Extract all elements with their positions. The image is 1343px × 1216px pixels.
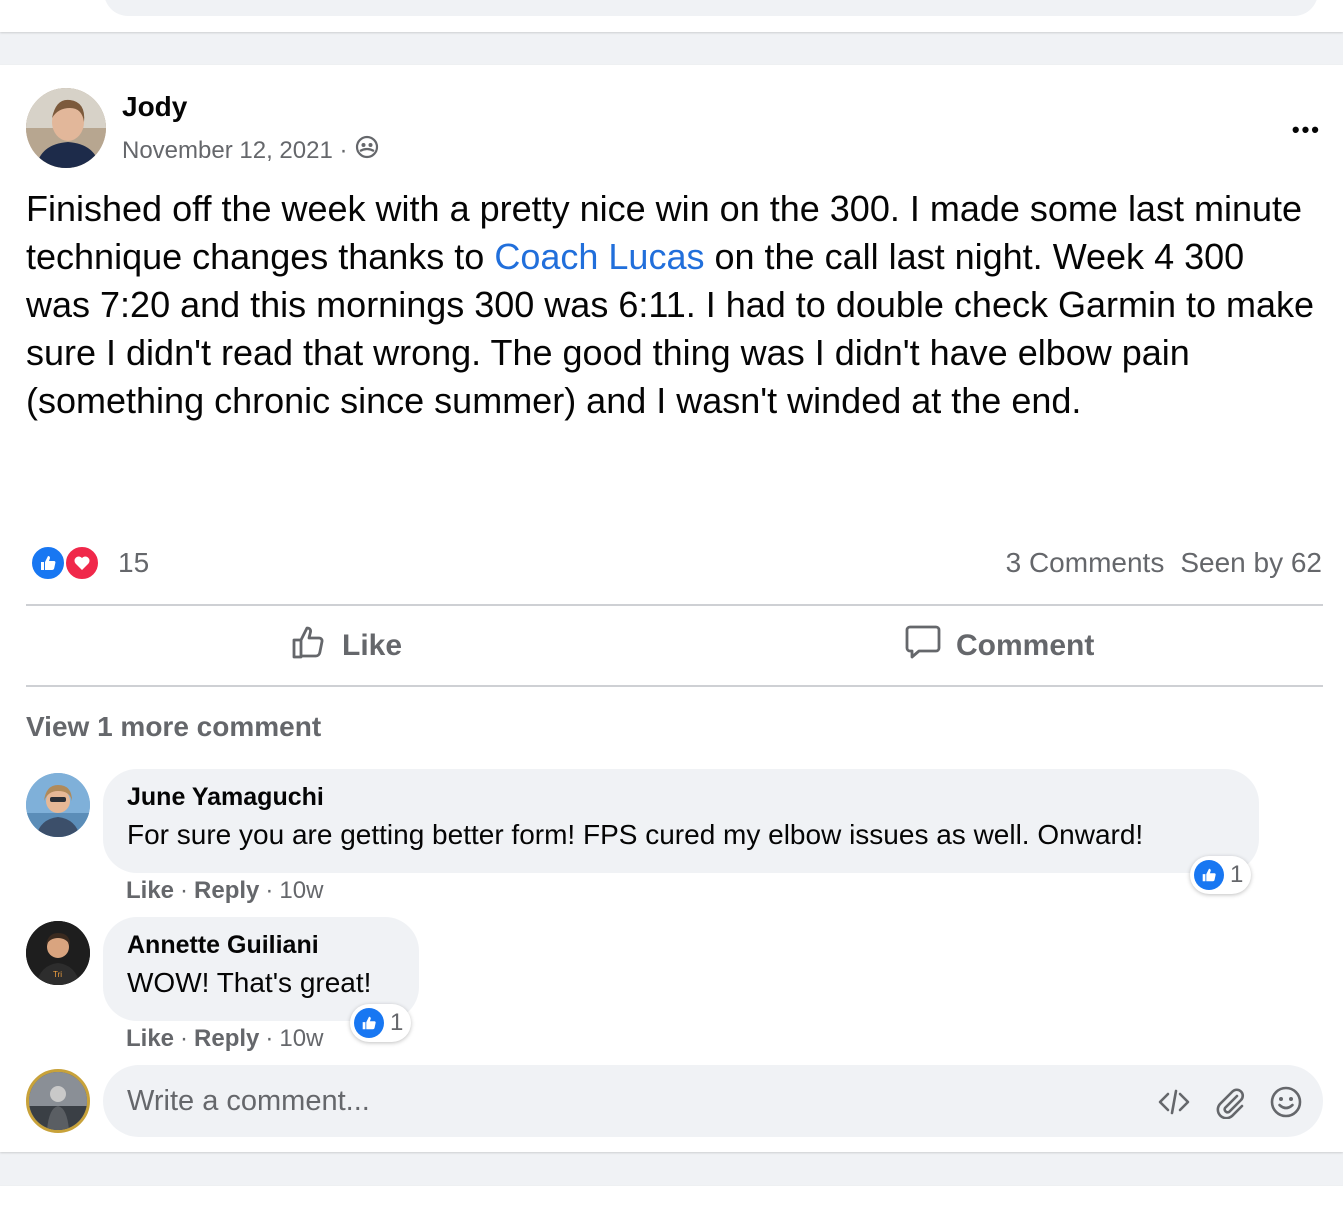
comment-like-link[interactable]: Like [126,877,174,905]
divider [26,685,1323,687]
thumbs-up-outline-icon [290,623,328,669]
post-body: Finished off the week with a pretty nice… [26,185,1316,425]
current-user-avatar[interactable] [26,1069,90,1133]
comment-bubble: June Yamaguchi For sure you are getting … [103,769,1259,873]
comment-reaction-badge[interactable]: 1 [350,1004,412,1042]
previous-post-card [0,0,1343,32]
group-members-icon [355,135,379,166]
comment-reaction-count: 1 [1230,861,1244,888]
commenter-name[interactable]: Annette Guiliani [127,931,319,960]
write-comment-placeholder: Write a comment... [127,1085,370,1117]
like-button[interactable]: Like [290,610,402,682]
emoji-icon[interactable] [1269,1085,1303,1119]
next-post-card [0,1186,1343,1216]
separator: · [265,877,274,904]
seen-by[interactable]: Seen by 62 [1180,547,1322,579]
author-avatar[interactable] [26,88,106,168]
separator: · [180,877,189,904]
comment-reply-link[interactable]: Reply [194,877,259,905]
mention-link[interactable]: Coach Lucas [494,236,704,277]
post-card: Jody November 12, 2021 · ••• Finished of… [0,65,1343,1152]
comment-time[interactable]: 10w [279,1025,323,1053]
separator: · [180,1025,189,1052]
reactions-summary: 15 3 Comments Seen by 62 [30,543,1322,583]
comment-actions: Like · Reply · 10w [126,877,323,905]
comment-time[interactable]: 10w [279,877,323,905]
comment-like-link[interactable]: Like [126,1025,174,1053]
comment-reply-link[interactable]: Reply [194,1025,259,1053]
post-stats: 3 Comments Seen by 62 [1006,547,1322,579]
comment-reaction-badge[interactable]: 1 [1190,856,1252,894]
like-button-label: Like [342,629,403,662]
more-icon[interactable]: ••• [1292,117,1321,143]
write-comment-input[interactable]: Write a comment... [103,1065,1323,1137]
comment-reaction-count: 1 [390,1009,404,1036]
comment-button-label: Comment [956,629,1095,662]
commenter-name[interactable]: June Yamaguchi [127,783,324,812]
like-reaction-icon[interactable] [30,545,66,581]
comment-input-stub[interactable] [104,0,1318,16]
paperclip-icon[interactable] [1213,1085,1247,1119]
comments-count[interactable]: 3 Comments [1006,547,1165,579]
separator: · [265,1025,274,1052]
svg-text:Tri: Tri [53,970,62,979]
commenter-avatar[interactable]: Tri [26,921,90,985]
like-reaction-icon [354,1008,384,1038]
comment-text: For sure you are getting better form! FP… [127,819,1144,850]
author-name[interactable]: Jody [122,91,187,123]
like-reaction-icon [1194,860,1224,890]
comment-text: WOW! That's great! [127,967,372,998]
comment-actions: Like · Reply · 10w [126,1025,323,1053]
reaction-count[interactable]: 15 [118,547,149,579]
comment-bubble-icon [904,623,942,669]
view-more-comments[interactable]: View 1 more comment [26,711,321,743]
comment-button[interactable]: Comment [904,610,1094,682]
love-reaction-icon[interactable] [64,545,100,581]
commenter-avatar[interactable] [26,773,90,837]
divider [26,604,1323,606]
code-icon[interactable] [1157,1085,1191,1119]
post-meta: November 12, 2021 · [122,135,379,166]
post-date[interactable]: November 12, 2021 · [122,137,347,165]
